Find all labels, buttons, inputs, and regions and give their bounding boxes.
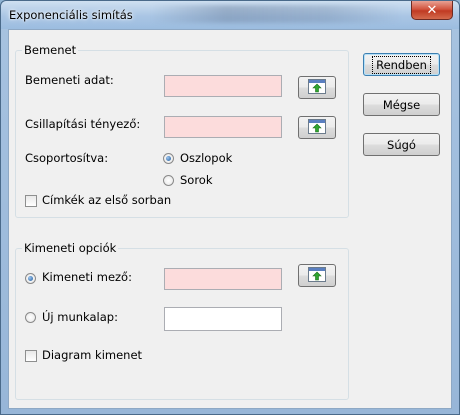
dialog-body: Bemenet Bemeneti adat: Csillapítási tény… bbox=[8, 29, 452, 409]
radio-output-range[interactable] bbox=[25, 273, 36, 284]
new-sheet-field[interactable] bbox=[164, 307, 282, 331]
range-collapse-icon bbox=[308, 78, 326, 97]
input-range-label: Bemeneti adat: bbox=[25, 73, 114, 87]
radio-rows-label[interactable]: Sorok bbox=[180, 173, 213, 187]
close-button[interactable]: ✕ bbox=[411, 1, 453, 20]
input-range-picker-button[interactable] bbox=[298, 76, 336, 99]
labels-first-row-checkbox[interactable] bbox=[25, 195, 37, 207]
close-icon: ✕ bbox=[426, 2, 438, 18]
help-button[interactable]: Súgó bbox=[363, 133, 440, 156]
output-range-label[interactable]: Kimeneti mező: bbox=[42, 270, 132, 284]
new-sheet-label[interactable]: Új munkalap: bbox=[42, 310, 118, 324]
cancel-button[interactable]: Mégse bbox=[363, 93, 440, 116]
output-range-field[interactable] bbox=[164, 268, 282, 290]
radio-columns-label[interactable]: Oszlopok bbox=[180, 151, 232, 165]
output-range-picker-button[interactable] bbox=[298, 264, 336, 287]
chart-output-label[interactable]: Diagram kimenet bbox=[42, 348, 142, 362]
damping-label: Csillapítási tényező: bbox=[25, 117, 141, 131]
radio-new-sheet[interactable] bbox=[25, 312, 36, 323]
output-group: Kimeneti opciók Kimeneti mező: Új munkal… bbox=[15, 241, 349, 400]
range-collapse-icon bbox=[308, 266, 326, 285]
input-group: Bemenet Bemeneti adat: Csillapítási tény… bbox=[15, 43, 349, 218]
ok-button[interactable]: Rendben bbox=[363, 53, 440, 76]
radio-rows[interactable] bbox=[163, 175, 174, 186]
dialog-window: Exponenciális simítás ✕ Bemenet Bemeneti… bbox=[0, 0, 460, 415]
damping-picker-button[interactable] bbox=[298, 116, 336, 139]
input-range-field[interactable] bbox=[164, 75, 282, 97]
grouped-by-label: Csoportosítva: bbox=[25, 151, 109, 165]
output-group-legend: Kimeneti opciók bbox=[22, 241, 119, 255]
range-collapse-icon bbox=[308, 118, 326, 137]
title-bar[interactable]: Exponenciális simítás ✕ bbox=[1, 1, 459, 29]
window-title: Exponenciális simítás bbox=[9, 8, 133, 22]
labels-first-row-label[interactable]: Címkék az első sorban bbox=[42, 193, 171, 207]
damping-factor-field[interactable] bbox=[164, 116, 282, 138]
input-group-legend: Bemenet bbox=[22, 43, 79, 57]
radio-columns[interactable] bbox=[163, 153, 174, 164]
chart-output-checkbox[interactable] bbox=[25, 350, 37, 362]
